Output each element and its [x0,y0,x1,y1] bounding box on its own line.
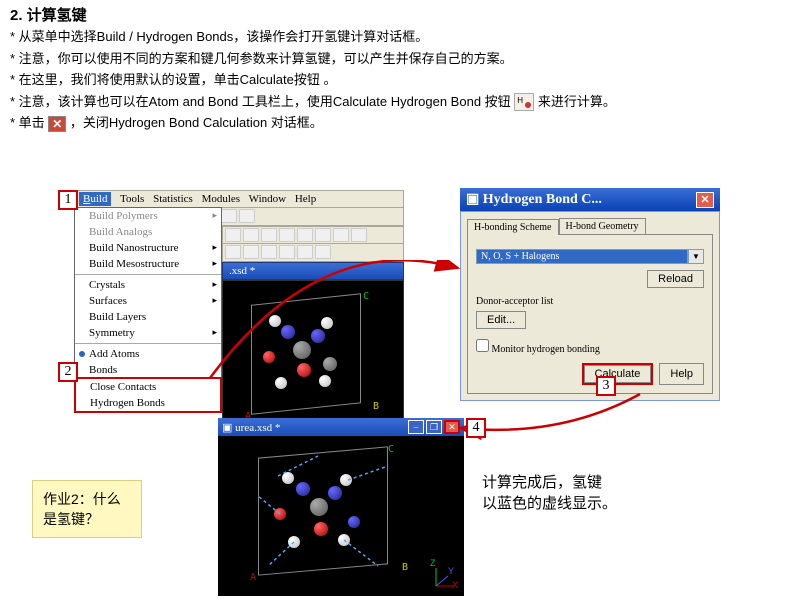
donor-acceptor-label: Donor-acceptor list [476,296,704,307]
dialog-titlebar[interactable]: ▣ Hydrogen Bond C... ✕ [460,188,720,211]
monitor-checkbox[interactable]: Monitor hydrogen bonding [476,339,704,355]
toolbar-button[interactable] [297,228,313,242]
hbond-lines [218,436,464,596]
build-dropdown: Build Polymers Build Analogs Build Nanos… [74,207,222,413]
calc-hbond-toolbar-icon [514,93,534,111]
window-titlebar[interactable]: ▣ urea.xsd * – ❐ ✕ [218,418,464,436]
toolbar-button[interactable] [261,228,277,242]
menu-build-meso[interactable]: Build Mesostructure [75,256,221,272]
menu-help[interactable]: Help [295,193,316,205]
toolbar-button[interactable] [243,228,259,242]
minimize-button[interactable]: – [408,420,424,434]
axis-gizmo: Z X Y [430,562,460,592]
menu-close-contacts[interactable]: Close Contacts [76,379,220,395]
tab-hbond-geometry[interactable]: H-bond Geometry [559,218,646,234]
result-note: 计算完成后，氢键 以蓝色的虚线显示。 [482,472,617,514]
step-2-marker: 2 [58,362,78,382]
bullet-list: * 从菜单中选择Build / Hydrogen Bonds，该操作会打开氢键计… [0,27,800,141]
toolbar-button[interactable] [261,245,277,259]
bullet-5: * 单击 ✕ ，关闭Hydrogen Bond Calculation 对话框。 [10,113,790,133]
toolbar-button[interactable] [243,245,259,259]
chevron-down-icon[interactable]: ▼ [688,249,704,264]
dialog-title: Hydrogen Bond C... [483,192,602,207]
close-button[interactable]: ✕ [444,420,460,434]
window-title: urea.xsd * [235,422,280,434]
menu-build-polymers[interactable]: Build Polymers [75,208,221,224]
menu-build[interactable]: Build [79,192,111,206]
menu-tools[interactable]: Tools [120,193,144,205]
toolbar-button[interactable] [279,228,295,242]
result-window: ▣ urea.xsd * – ❐ ✕ C A B Z [218,418,464,596]
viewport-top: .xsd * C A B [222,226,404,440]
menu-statistics[interactable]: Statistics [153,193,193,205]
molecule-view-1[interactable]: C A B [222,280,404,440]
step-1-marker: 1 [58,190,78,210]
close-icon: ✕ [48,116,66,132]
toolbar-button[interactable] [315,228,331,242]
toolbar-button[interactable] [279,245,295,259]
bullet-3: * 在这里，我们将使用默认的设置，单击Calculate按钮 。 [10,70,790,90]
bullet-1: * 从菜单中选择Build / Hydrogen Bonds，该操作会打开氢键计… [10,27,790,47]
menu-modules[interactable]: Modules [202,193,241,205]
menu-build-analogs[interactable]: Build Analogs [75,224,221,240]
app-icon: ▣ [466,192,479,207]
toolbar-button[interactable] [333,228,349,242]
menu-hydrogen-bonds[interactable]: Hydrogen Bonds [76,395,220,411]
toolbar-button[interactable] [225,228,241,242]
toolbar-button[interactable] [297,245,313,259]
toolbar-button[interactable] [239,209,255,223]
step-4-marker: 4 [466,418,486,438]
menubar: Build Tools Statistics Modules Window He… [74,190,404,208]
menu-window[interactable]: Window [249,193,286,205]
step-3-marker: 3 [596,376,616,396]
menu-bonds[interactable]: Bonds [75,362,221,378]
tab-hbonding-scheme[interactable]: H-bonding Scheme [467,219,559,235]
menu-surfaces[interactable]: Surfaces [75,293,221,309]
bullet-2: * 注意，你可以使用不同的方案和键几何参数来计算氢键，可以产生并保存自己的方案。 [10,49,790,69]
hydrogen-bond-dialog: ▣ Hydrogen Bond C... ✕ H-bonding Scheme … [460,188,720,401]
scheme-selected: N, O, S + Halogens [476,249,688,264]
menu-add-atoms[interactable]: Add Atoms [75,346,221,362]
scheme-combobox[interactable]: N, O, S + Halogens ▼ [476,249,704,264]
menu-crystals[interactable]: Crystals [75,277,221,293]
help-button[interactable]: Help [659,363,704,385]
menu-build-layers[interactable]: Build Layers [75,309,221,325]
menu-symmetry[interactable]: Symmetry [75,325,221,341]
toolbar-button[interactable] [221,209,237,223]
bullet-4: * 注意，该计算也可以在Atom and Bond 工具栏上，使用Calcula… [10,92,790,112]
build-menu-screenshot: Build Tools Statistics Modules Window He… [74,190,404,226]
document-tab[interactable]: .xsd * [222,262,404,280]
toolbar-button[interactable] [315,245,331,259]
section-title: 2. 计算氢键 [0,0,800,27]
doc-icon: ▣ [222,422,232,434]
menu-build-nano[interactable]: Build Nanostructure [75,240,221,256]
edit-button[interactable]: Edit... [476,311,526,329]
maximize-button[interactable]: ❐ [426,420,442,434]
toolbar-button[interactable] [225,245,241,259]
dialog-close-button[interactable]: ✕ [696,192,714,208]
calculate-button[interactable]: Calculate [584,365,652,383]
molecule-view-2[interactable]: C A B Z X Y [218,436,464,596]
toolbar-button[interactable] [351,228,367,242]
homework-box: 作业2：什么是氢键？ [32,480,142,538]
reload-button[interactable]: Reload [647,270,704,288]
